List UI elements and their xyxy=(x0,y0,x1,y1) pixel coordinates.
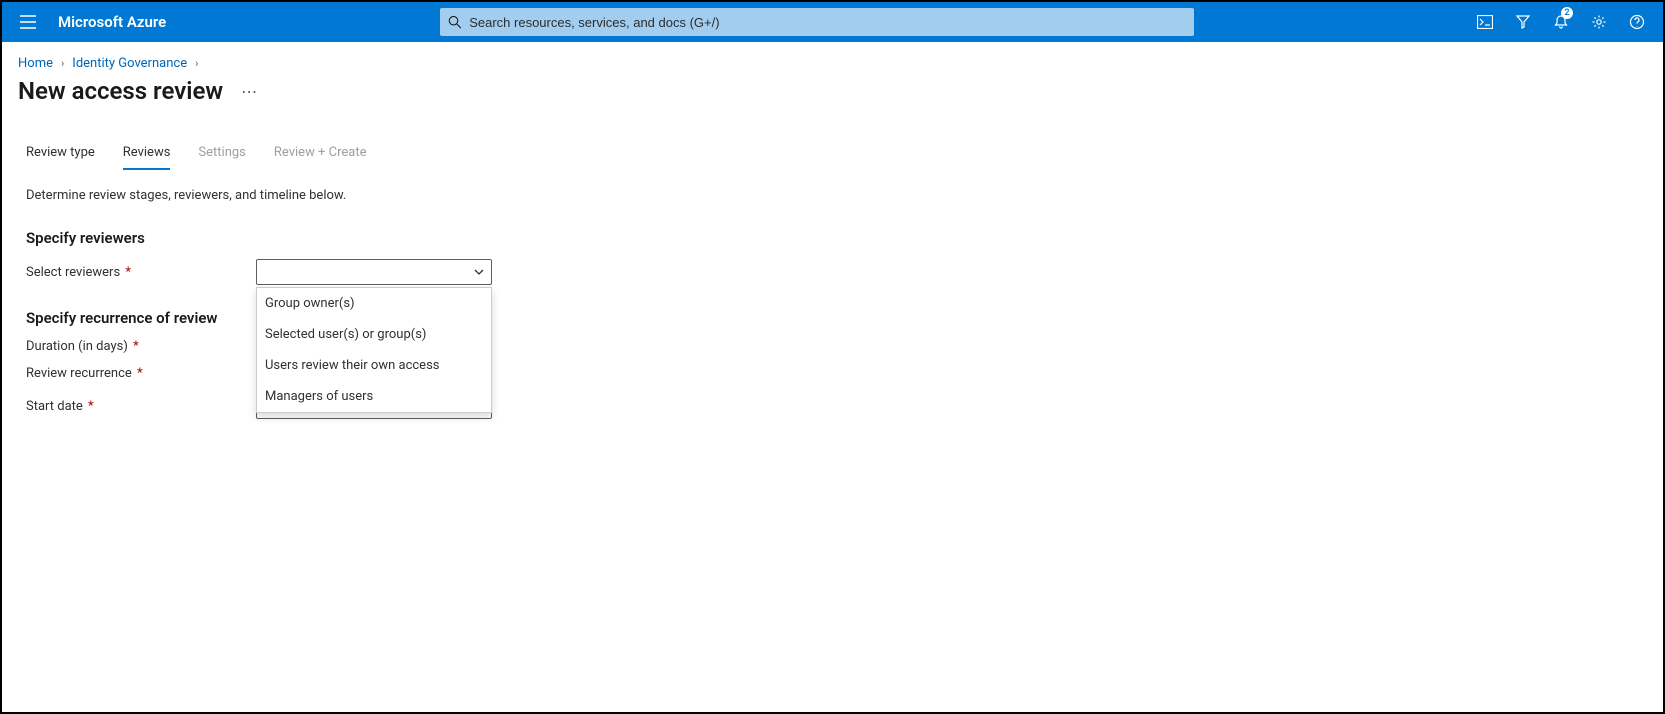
help-icon xyxy=(1629,14,1645,30)
directory-filter-button[interactable] xyxy=(1505,2,1541,42)
notification-badge: 2 xyxy=(1561,7,1573,19)
select-reviewers-dropdown[interactable] xyxy=(256,259,492,285)
duration-row: Duration (in days) * xyxy=(2,333,1663,360)
chevron-down-icon xyxy=(473,266,485,278)
required-indicator: * xyxy=(134,366,143,381)
breadcrumb-home[interactable]: Home xyxy=(18,56,53,71)
required-indicator: * xyxy=(85,399,94,414)
dropdown-option-selected-users[interactable]: Selected user(s) or group(s) xyxy=(257,319,491,350)
duration-label-text: Duration (in days) xyxy=(26,339,128,354)
select-reviewers-label-text: Select reviewers xyxy=(26,265,120,280)
select-reviewers-label: Select reviewers * xyxy=(26,265,256,280)
page-title-row: New access review ⋯ xyxy=(2,75,1663,115)
tab-description: Determine review stages, reviewers, and … xyxy=(2,170,1663,211)
duration-label: Duration (in days) * xyxy=(26,339,256,354)
help-button[interactable] xyxy=(1619,2,1655,42)
required-indicator: * xyxy=(122,265,131,280)
dropdown-option-managers[interactable]: Managers of users xyxy=(257,381,491,412)
required-indicator: * xyxy=(130,339,139,354)
global-search[interactable] xyxy=(440,8,1194,36)
brand-label: Microsoft Azure xyxy=(58,13,166,31)
settings-button[interactable] xyxy=(1581,2,1617,42)
recurrence-label-text: Review recurrence xyxy=(26,366,132,381)
start-date-row: Start date * xyxy=(2,387,1663,425)
search-icon xyxy=(448,15,462,29)
chevron-right-icon: › xyxy=(195,57,198,70)
notifications-button[interactable]: 2 xyxy=(1543,2,1579,42)
dropdown-option-group-owners[interactable]: Group owner(s) xyxy=(257,288,491,319)
tab-review-type[interactable]: Review type xyxy=(26,145,95,170)
dropdown-option-own-access[interactable]: Users review their own access xyxy=(257,350,491,381)
start-date-label: Start date * xyxy=(26,399,256,414)
section-reviewers-title: Specify reviewers xyxy=(2,211,1663,253)
breadcrumb-identity-governance[interactable]: Identity Governance xyxy=(72,56,187,71)
tab-review-create: Review + Create xyxy=(274,145,367,170)
page-title: New access review xyxy=(18,77,223,105)
top-header: Microsoft Azure 2 xyxy=(2,2,1663,42)
header-icons: 2 xyxy=(1467,2,1655,42)
search-input[interactable] xyxy=(469,15,1185,30)
section-recurrence-title: Specify recurrence of review xyxy=(2,291,1663,333)
cloud-shell-icon xyxy=(1477,15,1493,29)
breadcrumb: Home › Identity Governance › xyxy=(2,42,1663,75)
recurrence-row: Review recurrence * xyxy=(2,360,1663,387)
recurrence-label: Review recurrence * xyxy=(26,366,256,381)
select-reviewers-row: Select reviewers * Group owner(s) Select… xyxy=(2,253,1663,291)
start-date-label-text: Start date xyxy=(26,399,83,414)
tab-reviews[interactable]: Reviews xyxy=(123,145,171,170)
cloud-shell-button[interactable] xyxy=(1467,2,1503,42)
select-reviewers-menu: Group owner(s) Selected user(s) or group… xyxy=(256,287,492,413)
gear-icon xyxy=(1591,14,1607,30)
filter-icon xyxy=(1515,14,1531,30)
search-wrap xyxy=(166,8,1467,36)
tabs: Review type Reviews Settings Review + Cr… xyxy=(2,115,1663,170)
chevron-right-icon: › xyxy=(61,57,64,70)
hamburger-icon xyxy=(20,15,36,29)
tab-settings: Settings xyxy=(198,145,245,170)
select-reviewers-control: Group owner(s) Selected user(s) or group… xyxy=(256,259,492,285)
more-actions-button[interactable]: ⋯ xyxy=(241,82,258,101)
hamburger-menu-button[interactable] xyxy=(10,2,46,42)
